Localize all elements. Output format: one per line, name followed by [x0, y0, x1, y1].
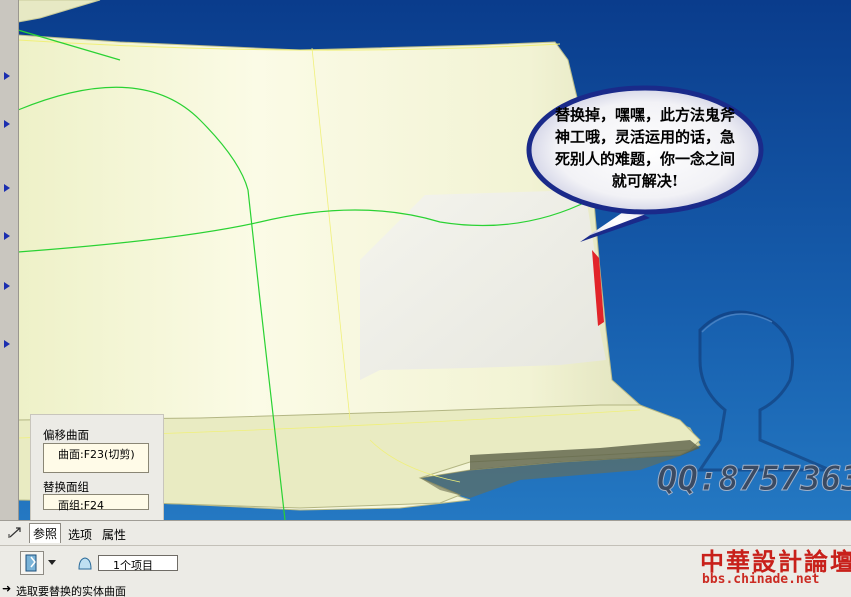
forum-logo: 中華設計論壇 bbs.chinade.net — [692, 540, 851, 596]
chevron-down-icon[interactable] — [48, 560, 56, 566]
surface-select-icon[interactable] — [76, 555, 94, 573]
status-prompt: 选取要替换的实体曲面 — [16, 585, 126, 597]
item-count: 1个项目 — [113, 559, 153, 572]
replace-quilt-value: 面组:F24 — [58, 499, 105, 512]
offset-surface-value: 曲面:F23(切剪) — [58, 448, 135, 461]
model-viewport[interactable]: 替换掉，嘿嘿，此方法鬼斧 神工哦，灵活运用的话，急 死别人的难题，你一念之间 就… — [0, 0, 851, 520]
status-arrow-icon: ➜ — [2, 582, 12, 595]
replace-surface-icon — [25, 554, 37, 572]
chevron-right-icon[interactable] — [4, 232, 10, 240]
item-count-field[interactable]: 1个项目 — [98, 555, 178, 572]
replace-quilt-collector[interactable]: 面组:F24 — [43, 494, 149, 512]
chevron-right-icon[interactable] — [4, 120, 10, 128]
tab-options[interactable]: 选项 — [65, 525, 95, 544]
qq-watermark: QQ:87573632 — [657, 459, 851, 499]
pin-arrow-icon[interactable] — [8, 525, 24, 539]
replace-feature-button[interactable] — [20, 551, 44, 575]
chevron-right-icon[interactable] — [4, 72, 10, 80]
tab-properties[interactable]: 属性 — [99, 525, 129, 544]
callout-line-1: 替换掉，嘿嘿，此方法鬼斧 — [555, 106, 736, 124]
tab-references[interactable]: 参照 — [29, 523, 62, 543]
offset-surface-label: 偏移曲面 — [43, 428, 89, 442]
replace-quilt-label: 替换面组 — [43, 480, 89, 494]
chevron-right-icon[interactable] — [4, 282, 10, 290]
chevron-right-icon[interactable] — [4, 340, 10, 348]
callout-line-2: 神工哦，灵活运用的话，急 — [555, 128, 735, 146]
left-edge-toolbar — [0, 0, 19, 520]
offset-surface-collector[interactable]: 曲面:F23(切剪) — [43, 443, 149, 473]
callout-line-3: 死别人的难题，你一念之间 — [555, 150, 735, 168]
chevron-right-icon[interactable] — [4, 184, 10, 192]
forum-url: bbs.chinade.net — [702, 572, 820, 587]
reference-panel: 偏移曲面 曲面:F23(切剪) 替换面组 面组:F24 — [30, 414, 164, 520]
callout-line-4: 就可解决! — [612, 172, 679, 190]
